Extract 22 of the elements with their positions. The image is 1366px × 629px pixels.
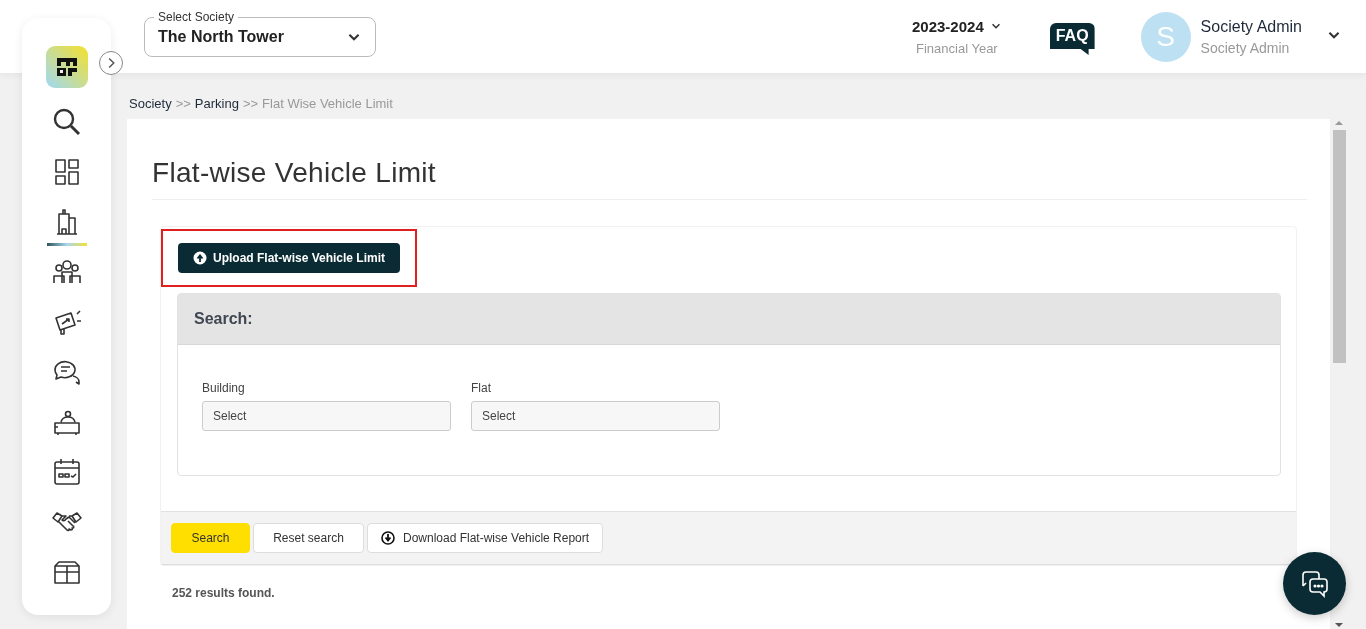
breadcrumb-separator: >>	[242, 96, 259, 111]
select-field[interactable]: Select	[471, 401, 720, 431]
search-button[interactable]: Search	[171, 523, 250, 553]
reset-search-button[interactable]: Reset search	[253, 523, 364, 553]
field-label: Flat	[471, 381, 492, 395]
faq-button[interactable]: FAQ	[1049, 23, 1095, 55]
user-role: Society Admin	[1200, 39, 1291, 56]
select-field[interactable]: Select	[202, 401, 451, 431]
breadcrumb-item: Flat Wise Vehicle Limit	[262, 96, 393, 111]
field-label: Building	[202, 381, 246, 395]
field-label: Select Society	[154, 9, 239, 24]
user-name: Society Admin	[1200, 17, 1302, 36]
download-report-button[interactable]: Download Flat-wise Vehicle Report	[367, 523, 604, 553]
upload-button[interactable]: Upload Flat-wise Vehicle Limit	[178, 243, 401, 273]
breadcrumb-item[interactable]: Parking	[194, 96, 239, 111]
page-title: Flat-wise Vehicle Limit	[152, 157, 1307, 200]
search-panel-title: Search:	[194, 310, 253, 328]
breadcrumb-separator: >>	[175, 96, 191, 111]
financial-year-label: Financial Year	[916, 40, 998, 56]
financial-year-select[interactable]: 2023-2024	[912, 17, 984, 35]
results-count: 252 results found.	[172, 586, 276, 600]
breadcrumb-item[interactable]: Society	[129, 96, 172, 111]
